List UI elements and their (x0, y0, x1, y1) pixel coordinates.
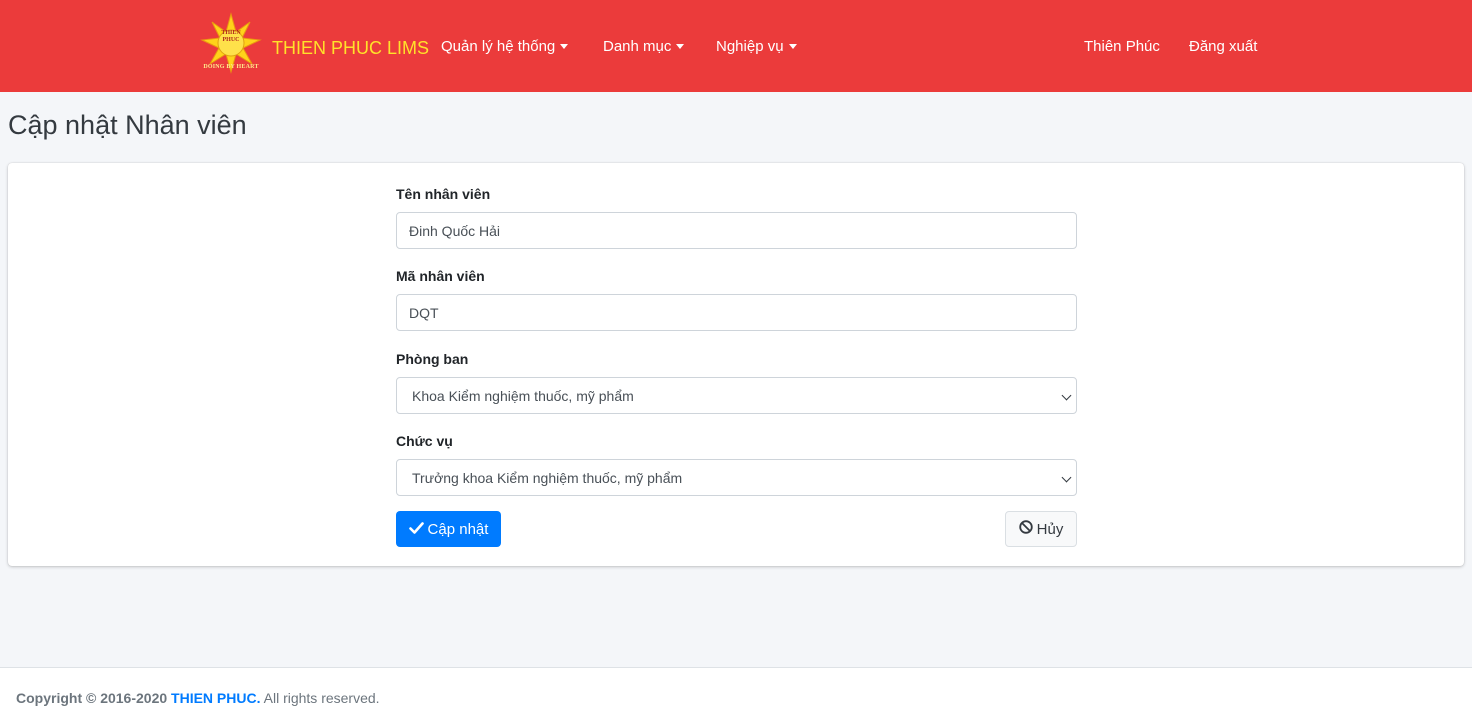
update-button-label: Cập nhật (427, 520, 489, 538)
employee-name-input[interactable]: Đinh Quốc Hải (396, 212, 1077, 249)
nav-menu-label: Quản lý hệ thống (441, 38, 556, 55)
copyright-text: Copyright © 2016-2020 (16, 690, 168, 706)
employee-code-value: DQT (409, 304, 439, 321)
update-button[interactable]: Cập nhật (396, 511, 501, 547)
position-select[interactable]: Trưởng khoa Kiểm nghiệm thuốc, mỹ phẩm (396, 459, 1077, 496)
department-label: Phòng ban (396, 351, 469, 367)
employee-name-label: Tên nhân viên (396, 186, 491, 202)
cancel-button[interactable]: Hủy (1005, 511, 1077, 547)
department-select[interactable]: Khoa Kiểm nghiệm thuốc, mỹ phẩm (396, 377, 1077, 414)
position-selected-value: Trưởng khoa Kiểm nghiệm thuốc, mỹ phẩm (412, 469, 683, 486)
ban-icon (1018, 520, 1033, 538)
employee-code-label: Mã nhân viên (396, 268, 485, 284)
footer-rights: All rights reserved. (263, 690, 380, 706)
caret-down-icon (560, 44, 569, 49)
user-name-link[interactable]: Thiên Phúc (1084, 38, 1160, 55)
nav-menu-label: Danh mục (603, 38, 672, 55)
department-selected-value: Khoa Kiểm nghiệm thuốc, mỹ phẩm (412, 387, 634, 404)
check-icon (408, 521, 424, 538)
employee-name-value: Đinh Quốc Hải (409, 222, 501, 239)
footer-copyright: Copyright © 2016-2020 THIEN PHUC. All ri… (16, 690, 380, 706)
top-navbar: THIEN PHUC DOING BY HEART THIEN PHUC LIM… (0, 0, 1472, 92)
brand-name[interactable]: THIEN PHUC LIMS (272, 38, 429, 59)
thien-phuc-logo-icon: THIEN PHUC DOING BY HEART (200, 12, 262, 78)
position-label: Chức vụ (396, 433, 453, 449)
logo-inner-text: THIEN PHUC (221, 30, 241, 43)
nav-menu-catalog[interactable]: Danh mục (603, 38, 685, 55)
page-title: Cập nhật Nhân viên (8, 110, 247, 140)
chevron-down-icon (1061, 390, 1072, 401)
caret-down-icon (788, 44, 797, 49)
footer-company-link[interactable]: THIEN PHUC. (171, 690, 260, 706)
page-footer: Copyright © 2016-2020 THIEN PHUC. All ri… (0, 667, 1472, 722)
nav-menu-label: Nghiệp vụ (716, 38, 784, 55)
caret-down-icon (676, 44, 685, 49)
chevron-down-icon (1061, 472, 1072, 483)
nav-menu-operations[interactable]: Nghiệp vụ (716, 38, 797, 55)
cancel-button-label: Hủy (1036, 520, 1064, 538)
employee-code-input[interactable]: DQT (396, 294, 1077, 331)
nav-menu-system-management[interactable]: Quản lý hệ thống (441, 38, 569, 55)
logout-link[interactable]: Đăng xuất (1189, 38, 1257, 55)
brand-logo[interactable]: THIEN PHUC DOING BY HEART (200, 12, 262, 78)
logo-slogan: DOING BY HEART (203, 64, 259, 70)
